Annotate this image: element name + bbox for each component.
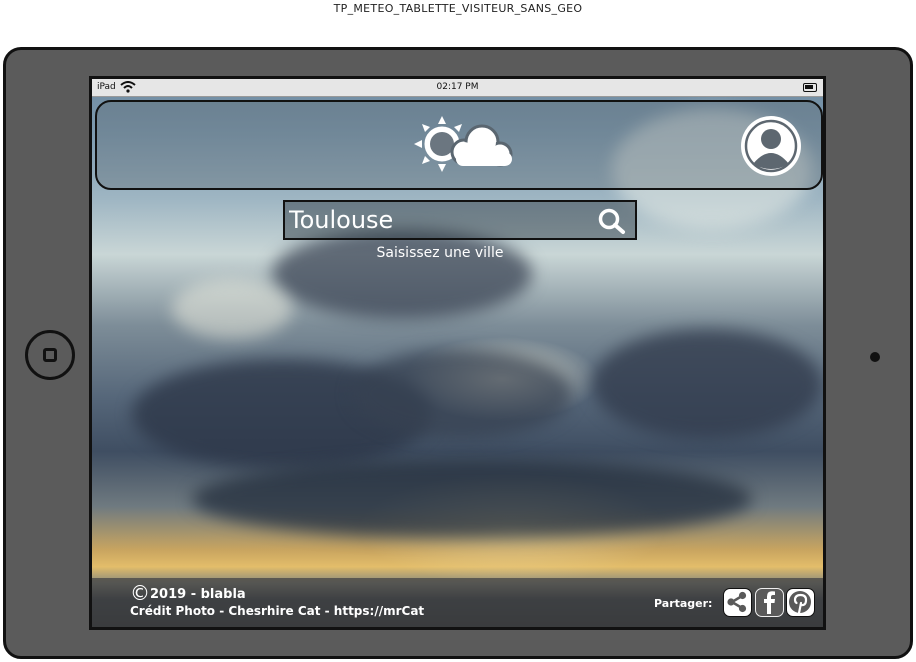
copyright-text: 2019 - blabla — [150, 587, 246, 602]
photo-credit: Crédit Photo - Chesrhire Cat - https://m… — [130, 604, 425, 618]
footer: ©2019 - blabla Crédit Photo - Chesrhire … — [92, 578, 823, 627]
battery-icon — [803, 83, 817, 92]
header-panel — [95, 100, 823, 190]
sun-cloud-icon — [412, 114, 516, 182]
share-icon[interactable] — [723, 588, 752, 617]
copyright: ©2019 - blabla — [130, 581, 246, 605]
camera-dot — [870, 352, 880, 362]
search-box — [283, 200, 637, 240]
tablet-screen: iPad 02:17 PM Toulouse Saisissez une vil… — [89, 76, 826, 630]
home-button[interactable] — [25, 330, 75, 380]
pinterest-icon[interactable] — [786, 588, 815, 617]
copyright-icon: © — [130, 581, 150, 605]
search-icon[interactable] — [597, 207, 627, 239]
search-hint: Saisissez une ville — [376, 245, 504, 261]
search-input[interactable] — [289, 204, 589, 236]
status-time: 02:17 PM — [436, 82, 479, 92]
user-avatar-icon[interactable] — [739, 114, 803, 178]
facebook-icon[interactable] — [755, 588, 784, 617]
share-label: Partager: — [654, 597, 713, 610]
status-bar: iPad 02:17 PM — [92, 79, 823, 97]
page-caption: TP_METEO_TABLETTE_VISITEUR_SANS_GEO — [333, 2, 583, 15]
